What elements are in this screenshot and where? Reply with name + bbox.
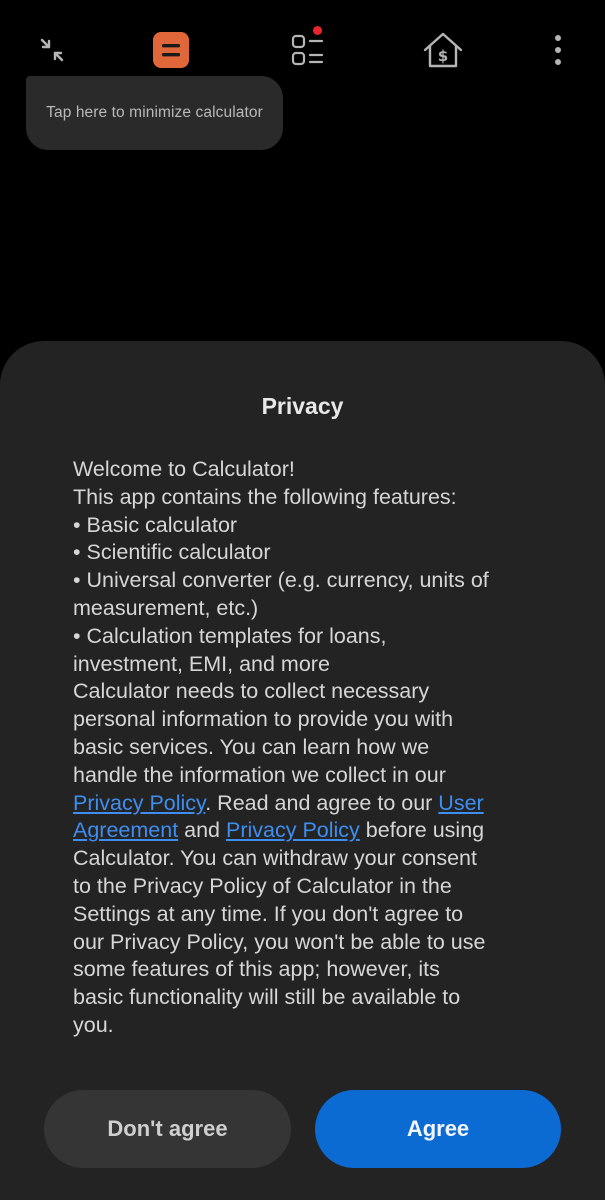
agree-button[interactable]: Agree [315, 1090, 561, 1168]
more-options-icon [555, 35, 561, 65]
body-text: . Read and agree to our [205, 790, 439, 815]
body-line: handle the information we collect in our [73, 762, 446, 787]
body-line: Agreement and Privacy Policy before usin… [73, 817, 543, 845]
body-text: before using [359, 818, 485, 843]
body-line: basic functionality will still be availa… [73, 985, 461, 1010]
body-line: • Scientific calculator [73, 540, 271, 565]
notification-badge [313, 26, 322, 35]
body-line: Settings at any time. If you don't agree… [73, 901, 464, 926]
top-toolbar: $ [0, 22, 605, 78]
body-text: and [178, 818, 226, 843]
converter-icon [291, 34, 324, 66]
converter-button[interactable] [280, 22, 336, 78]
privacy-policy-link[interactable]: Privacy Policy [73, 791, 205, 815]
minimize-button[interactable] [24, 22, 80, 78]
body-line: you. [73, 1012, 114, 1037]
body-line: investment, EMI, and more [73, 651, 330, 676]
body-line: • Basic calculator [73, 512, 238, 537]
calculator-icon [153, 32, 189, 68]
body-line: personal information to provide you with [73, 707, 454, 732]
dont-agree-button[interactable]: Don't agree [44, 1090, 291, 1168]
body-line: basic services. You can learn how we [73, 734, 430, 759]
more-options-button[interactable] [530, 22, 586, 78]
calculator-button[interactable] [143, 22, 199, 78]
body-line: This app contains the following features… [73, 484, 457, 509]
dialog-title: Privacy [261, 393, 344, 419]
body-line: Calculator. You can withdraw your consen… [73, 846, 477, 871]
agree-label: Agree [406, 1116, 470, 1141]
dialog-body: Welcome to Calculator! This app contains… [73, 456, 543, 1040]
body-line: our Privacy Policy, you won't be able to… [73, 929, 486, 954]
minimize-icon [40, 38, 64, 62]
body-line: • Universal converter (e.g. currency, un… [73, 568, 489, 593]
body-line: to the Privacy Policy of Calculator in t… [73, 873, 452, 898]
finance-button[interactable]: $ [415, 22, 471, 78]
svg-text:$: $ [438, 47, 448, 65]
body-line: • Calculation templates for loans, [73, 623, 387, 648]
body-line: Calculator needs to collect necessary [73, 679, 430, 704]
body-line: Privacy Policy. Read and agree to our Us… [73, 790, 543, 818]
privacy-policy-link-2[interactable]: Privacy Policy [226, 818, 360, 842]
user-agreement-link-part2[interactable]: Agreement [73, 818, 178, 842]
calculator-screen: $ Tap here to minimize calculator Privac… [0, 0, 605, 1200]
body-line: some features of this app; however, its [73, 957, 440, 982]
user-agreement-link-part1[interactable]: User [438, 791, 483, 815]
body-line: Welcome to Calculator! [73, 457, 295, 481]
dont-agree-label: Don't agree [107, 1116, 228, 1141]
privacy-dialog: Privacy Welcome to Calculator! This app … [0, 341, 605, 1200]
body-line: measurement, etc.) [73, 595, 259, 620]
minimize-tooltip: Tap here to minimize calculator [26, 76, 283, 150]
tooltip-text: Tap here to minimize calculator [46, 104, 263, 121]
finance-home-icon: $ [423, 32, 463, 68]
